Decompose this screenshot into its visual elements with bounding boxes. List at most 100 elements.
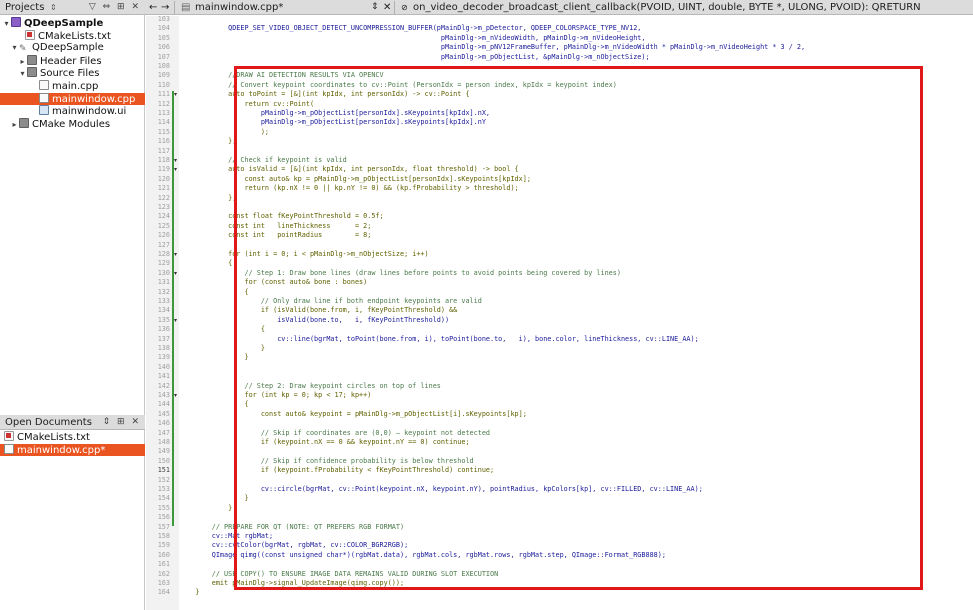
code-line[interactable]: const int lineThickness = 2; bbox=[179, 222, 371, 231]
line-number: 134 bbox=[157, 306, 170, 315]
tree-item-label: Header Files bbox=[40, 55, 102, 67]
line-number: 116 bbox=[157, 137, 170, 146]
forward-arrow-icon[interactable]: → bbox=[161, 0, 169, 15]
code-line[interactable]: if (isValid(bone.from, i, fKeyPointThres… bbox=[179, 306, 457, 315]
code-line[interactable]: }; bbox=[179, 194, 236, 203]
code-line[interactable]: QImage qimg((const unsigned char*)(rgbMa… bbox=[179, 551, 666, 560]
line-number: 122 bbox=[157, 193, 170, 202]
line-number: 132 bbox=[157, 287, 170, 296]
project-tree-item[interactable]: ▾ ✎ QDeepSample bbox=[0, 42, 145, 54]
code-line[interactable]: // Skip if confidence probability is bel… bbox=[179, 457, 474, 466]
code-line[interactable]: for (int i = 0; i < pMainDlg->m_nObjectS… bbox=[179, 250, 429, 259]
code-line[interactable]: //DRAW AI DETECTION RESULTS VIA OPENCV bbox=[179, 71, 384, 80]
file-tab[interactable]: mainwindow.cpp* bbox=[195, 0, 283, 15]
back-arrow-icon[interactable]: ← bbox=[149, 0, 157, 15]
line-number: 150 bbox=[157, 456, 170, 465]
expand-arrow-icon[interactable]: ▾ bbox=[2, 18, 11, 30]
code-line[interactable]: isValid(bone.to, i, fKeyPointThreshold)) bbox=[179, 316, 449, 325]
function-selector[interactable]: on_video_decoder_broadcast_client_callba… bbox=[413, 0, 921, 15]
line-number: 108 bbox=[157, 62, 170, 70]
project-tree-item[interactable]: main.cpp bbox=[0, 80, 145, 92]
folder-icon bbox=[19, 117, 29, 128]
line-number: 148 bbox=[157, 438, 170, 446]
project-tree-item[interactable]: ▸ Header Files bbox=[0, 54, 145, 68]
code-line[interactable]: } bbox=[179, 344, 265, 353]
code-line[interactable]: // PREPARE FOR QT (NOTE: QT PREFERS RGB … bbox=[179, 523, 404, 532]
open-document-item[interactable]: CMakeLists.txt bbox=[0, 431, 145, 443]
code-line[interactable]: // Step 1: Draw bone lines (draw lines b… bbox=[179, 269, 620, 278]
code-line[interactable]: for (const auto& bone : bones) bbox=[179, 278, 367, 287]
expand-arrow-icon[interactable]: ▾ bbox=[10, 42, 19, 54]
project-tree-item[interactable]: mainwindow.cpp bbox=[0, 92, 145, 105]
code-line[interactable]: cv::Mat rgbMat; bbox=[179, 532, 273, 541]
project-tree-item[interactable]: ▸ CMake Modules bbox=[0, 117, 145, 131]
code-line[interactable]: // Convert keypoint coordinates to cv::P… bbox=[179, 81, 617, 90]
code-line[interactable]: { bbox=[179, 259, 232, 268]
collapse-arrow-icon[interactable]: ▸ bbox=[10, 119, 19, 131]
code-line[interactable]: cv::line(bgrMat, toPoint(bone.from, i), … bbox=[179, 335, 699, 344]
file-tab-dropdown-icon[interactable]: ⇕ bbox=[371, 0, 379, 15]
code-line[interactable]: const int pointRadius = 8; bbox=[179, 231, 371, 240]
code-text-area[interactable]: QDEEP_SET_VIDEO_OBJECT_DETECT_UNCOMPRESS… bbox=[179, 16, 973, 610]
code-line[interactable]: }; bbox=[179, 137, 236, 146]
code-line[interactable]: // Only draw line if both endpoint keypo… bbox=[179, 297, 482, 306]
line-number: 162 bbox=[157, 569, 170, 578]
code-line[interactable]: auto toPoint = [&](int kpIdx, int person… bbox=[179, 90, 469, 99]
view-selector-arrows-icon[interactable]: ⇕ bbox=[50, 0, 57, 15]
line-number: 112 bbox=[157, 99, 170, 108]
code-line[interactable]: { bbox=[179, 288, 248, 297]
file-icon bbox=[39, 92, 49, 103]
code-line[interactable]: // USE COPY() TO ENSURE IMAGE DATA REMAI… bbox=[179, 570, 498, 579]
code-line[interactable]: } bbox=[179, 494, 248, 503]
code-line[interactable]: cv::circle(bgrMat, cv::Point(keypoint.nX… bbox=[179, 485, 703, 494]
project-tree-item[interactable]: ▾ QDeepSample bbox=[0, 17, 145, 29]
code-line[interactable]: cv::cvtColor(bgrMat, rgbMat, cv::COLOR_B… bbox=[179, 541, 408, 550]
code-line[interactable]: const float fKeyPointThreshold = 0.5f; bbox=[179, 212, 384, 221]
project-tree-item[interactable]: mainwindow.ui bbox=[0, 105, 145, 117]
code-line[interactable]: pMainDlg->m_pObjectList, &pMainDlg->m_nO… bbox=[179, 53, 650, 62]
code-line[interactable]: return cv::Point( bbox=[179, 100, 314, 109]
panel-action-icons[interactable]: ▽ ⇔ ⊞ ✕ bbox=[89, 0, 141, 15]
code-line[interactable]: } bbox=[179, 353, 248, 362]
line-number: 136 bbox=[157, 325, 170, 334]
project-tree-item[interactable]: ▾ Source Files bbox=[0, 67, 145, 79]
code-line[interactable]: QDEEP_SET_VIDEO_OBJECT_DETECT_UNCOMPRESS… bbox=[179, 24, 641, 33]
code-line[interactable]: } bbox=[179, 504, 232, 513]
code-line[interactable]: return (kp.nX != 0 || kp.nY != 0) && (kp… bbox=[179, 184, 518, 193]
code-line[interactable]: pMainDlg->m_pObjectList[personIdx].sKeyp… bbox=[179, 118, 486, 127]
code-line[interactable]: // Check if keypoint is valid bbox=[179, 156, 347, 165]
code-line[interactable]: for (int kp = 0; kp < 17; kp++) bbox=[179, 391, 371, 400]
open-documents-action-icons[interactable]: ⇕ ⊞ ✕ bbox=[103, 415, 141, 430]
line-number: 130 bbox=[157, 268, 170, 277]
code-line[interactable]: const auto& kp = pMainDlg->m_pObjectList… bbox=[179, 175, 530, 184]
code-editor[interactable]: 103 104 105 106 107 108 109 110 111 ▾ 112 113 114 115… bbox=[146, 15, 973, 610]
open-document-item[interactable]: mainwindow.cpp* bbox=[0, 443, 145, 456]
code-line[interactable]: pMainDlg->m_pNV12FrameBuffer, pMainDlg->… bbox=[179, 43, 805, 52]
code-line[interactable]: // Skip if coordinates are (0,0) — keypo… bbox=[179, 429, 490, 438]
line-number: 158 bbox=[157, 532, 170, 540]
code-line[interactable]: } bbox=[179, 588, 199, 597]
collapse-arrow-icon[interactable]: ▸ bbox=[18, 56, 27, 68]
code-line[interactable]: emit pMainDlg->signal_UpdateImage(qimg.c… bbox=[179, 579, 404, 588]
code-line[interactable]: // Step 2: Draw keypoint circles on top … bbox=[179, 382, 440, 391]
project-icon bbox=[11, 17, 21, 27]
code-line[interactable]: if (keypoint.nX == 0 && keypoint.nY == 0… bbox=[179, 438, 470, 447]
file-icon bbox=[4, 443, 14, 454]
line-number: 111 bbox=[157, 90, 170, 99]
code-line[interactable]: pMainDlg->m_pObjectList[personIdx].sKeyp… bbox=[179, 109, 490, 118]
code-line[interactable]: { bbox=[179, 325, 265, 334]
code-line[interactable]: auto isValid = [&](int kpIdx, int person… bbox=[179, 165, 519, 174]
close-file-icon[interactable]: ✕ bbox=[383, 0, 391, 15]
code-line[interactable]: ); bbox=[179, 128, 269, 137]
line-number-gutter: 103 104 105 106 107 108 109 110 111 ▾ 112 113 114 115… bbox=[146, 15, 179, 610]
code-line[interactable]: pMainDlg->m_nVideoWidth, pMainDlg->m_nVi… bbox=[179, 34, 646, 43]
line-number: 145 bbox=[157, 409, 170, 418]
code-line[interactable]: const auto& keypoint = pMainDlg->m_pObje… bbox=[179, 410, 527, 419]
line-number: 129 bbox=[157, 259, 170, 268]
expand-arrow-icon[interactable]: ▾ bbox=[18, 68, 27, 80]
line-number: 109 bbox=[157, 71, 170, 80]
code-line[interactable]: if (keypoint.fProbability < fKeyPointThr… bbox=[179, 466, 494, 475]
code-line[interactable]: { bbox=[179, 400, 248, 409]
open-documents-title[interactable]: Open Documents bbox=[5, 415, 95, 430]
project-tree-item[interactable]: CMakeLists.txt bbox=[0, 29, 145, 42]
